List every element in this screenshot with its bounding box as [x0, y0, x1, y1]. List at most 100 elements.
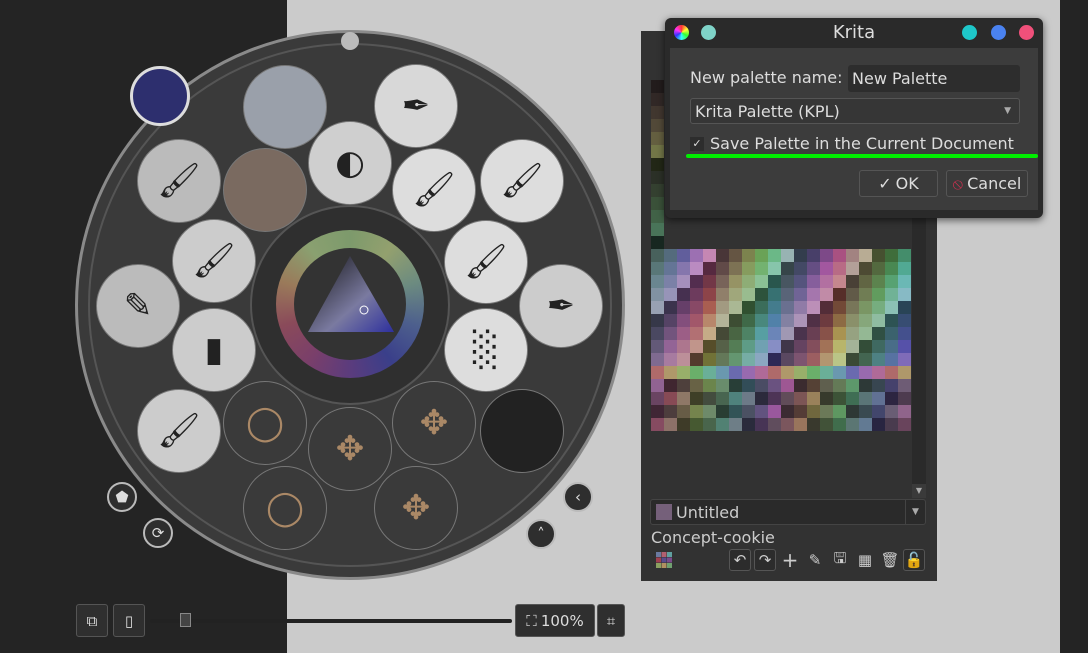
undo-icon[interactable]: ↶	[729, 549, 751, 571]
brush-preset-fineliner[interactable]: ✒	[519, 264, 603, 348]
palette-swatch[interactable]	[794, 262, 807, 275]
palette-swatch[interactable]	[807, 340, 820, 353]
palette-swatch[interactable]	[651, 106, 664, 119]
palette-swatch[interactable]	[846, 418, 859, 431]
palette-swatch[interactable]	[703, 275, 716, 288]
palette-swatch[interactable]	[781, 314, 794, 327]
palette-swatch[interactable]	[716, 392, 729, 405]
palette-swatch[interactable]	[729, 392, 742, 405]
palette-swatch[interactable]	[833, 301, 846, 314]
palette-swatch[interactable]	[703, 340, 716, 353]
palette-swatch[interactable]	[690, 249, 703, 262]
palette-swatch[interactable]	[820, 249, 833, 262]
palette-swatch[interactable]	[898, 418, 911, 431]
palette-swatch[interactable]	[651, 249, 664, 262]
palette-swatch[interactable]	[703, 366, 716, 379]
palette-swatch[interactable]	[651, 301, 664, 314]
palette-swatch[interactable]	[885, 327, 898, 340]
palette-swatch[interactable]	[755, 353, 768, 366]
palette-swatch[interactable]	[716, 353, 729, 366]
palette-swatch[interactable]	[651, 236, 664, 249]
palette-swatch[interactable]	[833, 288, 846, 301]
palette-swatch[interactable]	[651, 80, 664, 93]
scroll-down-icon[interactable]: ▼	[912, 484, 926, 498]
lock-icon[interactable]: 🔓	[903, 549, 925, 571]
chevron-left-icon[interactable]: ‹	[563, 482, 593, 512]
brush-preset-blender-smudge[interactable]: ✒	[374, 64, 458, 148]
palette-swatch[interactable]	[677, 405, 690, 418]
palette-swatch[interactable]	[651, 327, 664, 340]
palette-swatch[interactable]	[820, 379, 833, 392]
palette-swatch[interactable]	[716, 275, 729, 288]
palette-swatch[interactable]	[794, 353, 807, 366]
palette-swatch[interactable]	[768, 379, 781, 392]
grid-icon[interactable]: ▦	[854, 549, 876, 571]
palette-swatch[interactable]	[833, 379, 846, 392]
palette-swatch[interactable]	[742, 288, 755, 301]
palette-swatch[interactable]	[677, 275, 690, 288]
brush-preset-ink-pen[interactable]	[243, 65, 327, 149]
palette-swatch[interactable]	[651, 158, 664, 171]
palette-swatch[interactable]	[807, 405, 820, 418]
palette-swatch[interactable]	[898, 249, 911, 262]
palette-swatch[interactable]	[833, 405, 846, 418]
palette-swatch[interactable]	[651, 366, 664, 379]
palette-swatch[interactable]	[677, 353, 690, 366]
palette-swatch[interactable]	[755, 379, 768, 392]
delete-icon[interactable]: 🗑	[879, 549, 901, 571]
palette-swatch[interactable]	[716, 314, 729, 327]
palette-swatch[interactable]	[898, 379, 911, 392]
palette-swatch[interactable]	[859, 379, 872, 392]
palette-swatch[interactable]	[859, 288, 872, 301]
palette-swatch[interactable]	[651, 353, 664, 366]
palette-swatch[interactable]	[807, 275, 820, 288]
palette-swatch[interactable]	[742, 353, 755, 366]
palette-swatch[interactable]	[755, 262, 768, 275]
palette-swatch[interactable]	[807, 353, 820, 366]
palette-swatch[interactable]	[820, 353, 833, 366]
palette-swatch[interactable]	[898, 366, 911, 379]
palette-swatch[interactable]	[664, 262, 677, 275]
palette-swatch[interactable]	[651, 93, 664, 106]
palette-swatch[interactable]	[820, 262, 833, 275]
palette-swatch[interactable]	[859, 249, 872, 262]
palette-swatch[interactable]	[833, 275, 846, 288]
palette-swatch[interactable]	[716, 418, 729, 431]
palette-swatch[interactable]	[755, 301, 768, 314]
palette-swatch[interactable]	[664, 314, 677, 327]
palette-swatch[interactable]	[768, 249, 781, 262]
palette-swatch[interactable]	[664, 327, 677, 340]
tag-icon[interactable]: ⬟	[107, 482, 137, 512]
palette-swatch[interactable]	[690, 314, 703, 327]
palette-swatch[interactable]	[872, 418, 885, 431]
palette-swatch[interactable]	[781, 340, 794, 353]
maximize-button[interactable]	[991, 25, 1006, 40]
palette-swatch[interactable]	[781, 405, 794, 418]
brush-preset-flat-brush-blue[interactable]: 🖌	[392, 148, 476, 232]
palette-swatch[interactable]	[872, 301, 885, 314]
palette-swatch[interactable]	[846, 366, 859, 379]
mirror-view-button[interactable]: ⧉	[76, 604, 108, 637]
palette-swatch[interactable]	[690, 392, 703, 405]
add-icon[interactable]: +	[779, 548, 801, 572]
palette-swatch[interactable]	[690, 327, 703, 340]
palette-swatch[interactable]	[742, 249, 755, 262]
palette-swatch[interactable]	[729, 379, 742, 392]
palette-swatch[interactable]	[729, 301, 742, 314]
palette-swatch[interactable]	[768, 262, 781, 275]
palette-swatch[interactable]	[859, 366, 872, 379]
palette-swatch[interactable]	[885, 418, 898, 431]
palette-icon[interactable]	[653, 549, 675, 571]
palette-swatch[interactable]	[716, 249, 729, 262]
palette-swatch[interactable]	[703, 301, 716, 314]
palette-swatch[interactable]	[742, 314, 755, 327]
palette-swatch[interactable]	[781, 392, 794, 405]
palette-swatch[interactable]	[742, 262, 755, 275]
palette-swatch[interactable]	[729, 249, 742, 262]
palette-swatch[interactable]	[807, 314, 820, 327]
brush-preset-arrow-pattern[interactable]: ✥	[308, 407, 392, 491]
palette-swatch[interactable]	[716, 340, 729, 353]
palette-swatch[interactable]	[651, 132, 664, 145]
palette-swatch[interactable]	[885, 366, 898, 379]
palette-swatch[interactable]	[755, 405, 768, 418]
